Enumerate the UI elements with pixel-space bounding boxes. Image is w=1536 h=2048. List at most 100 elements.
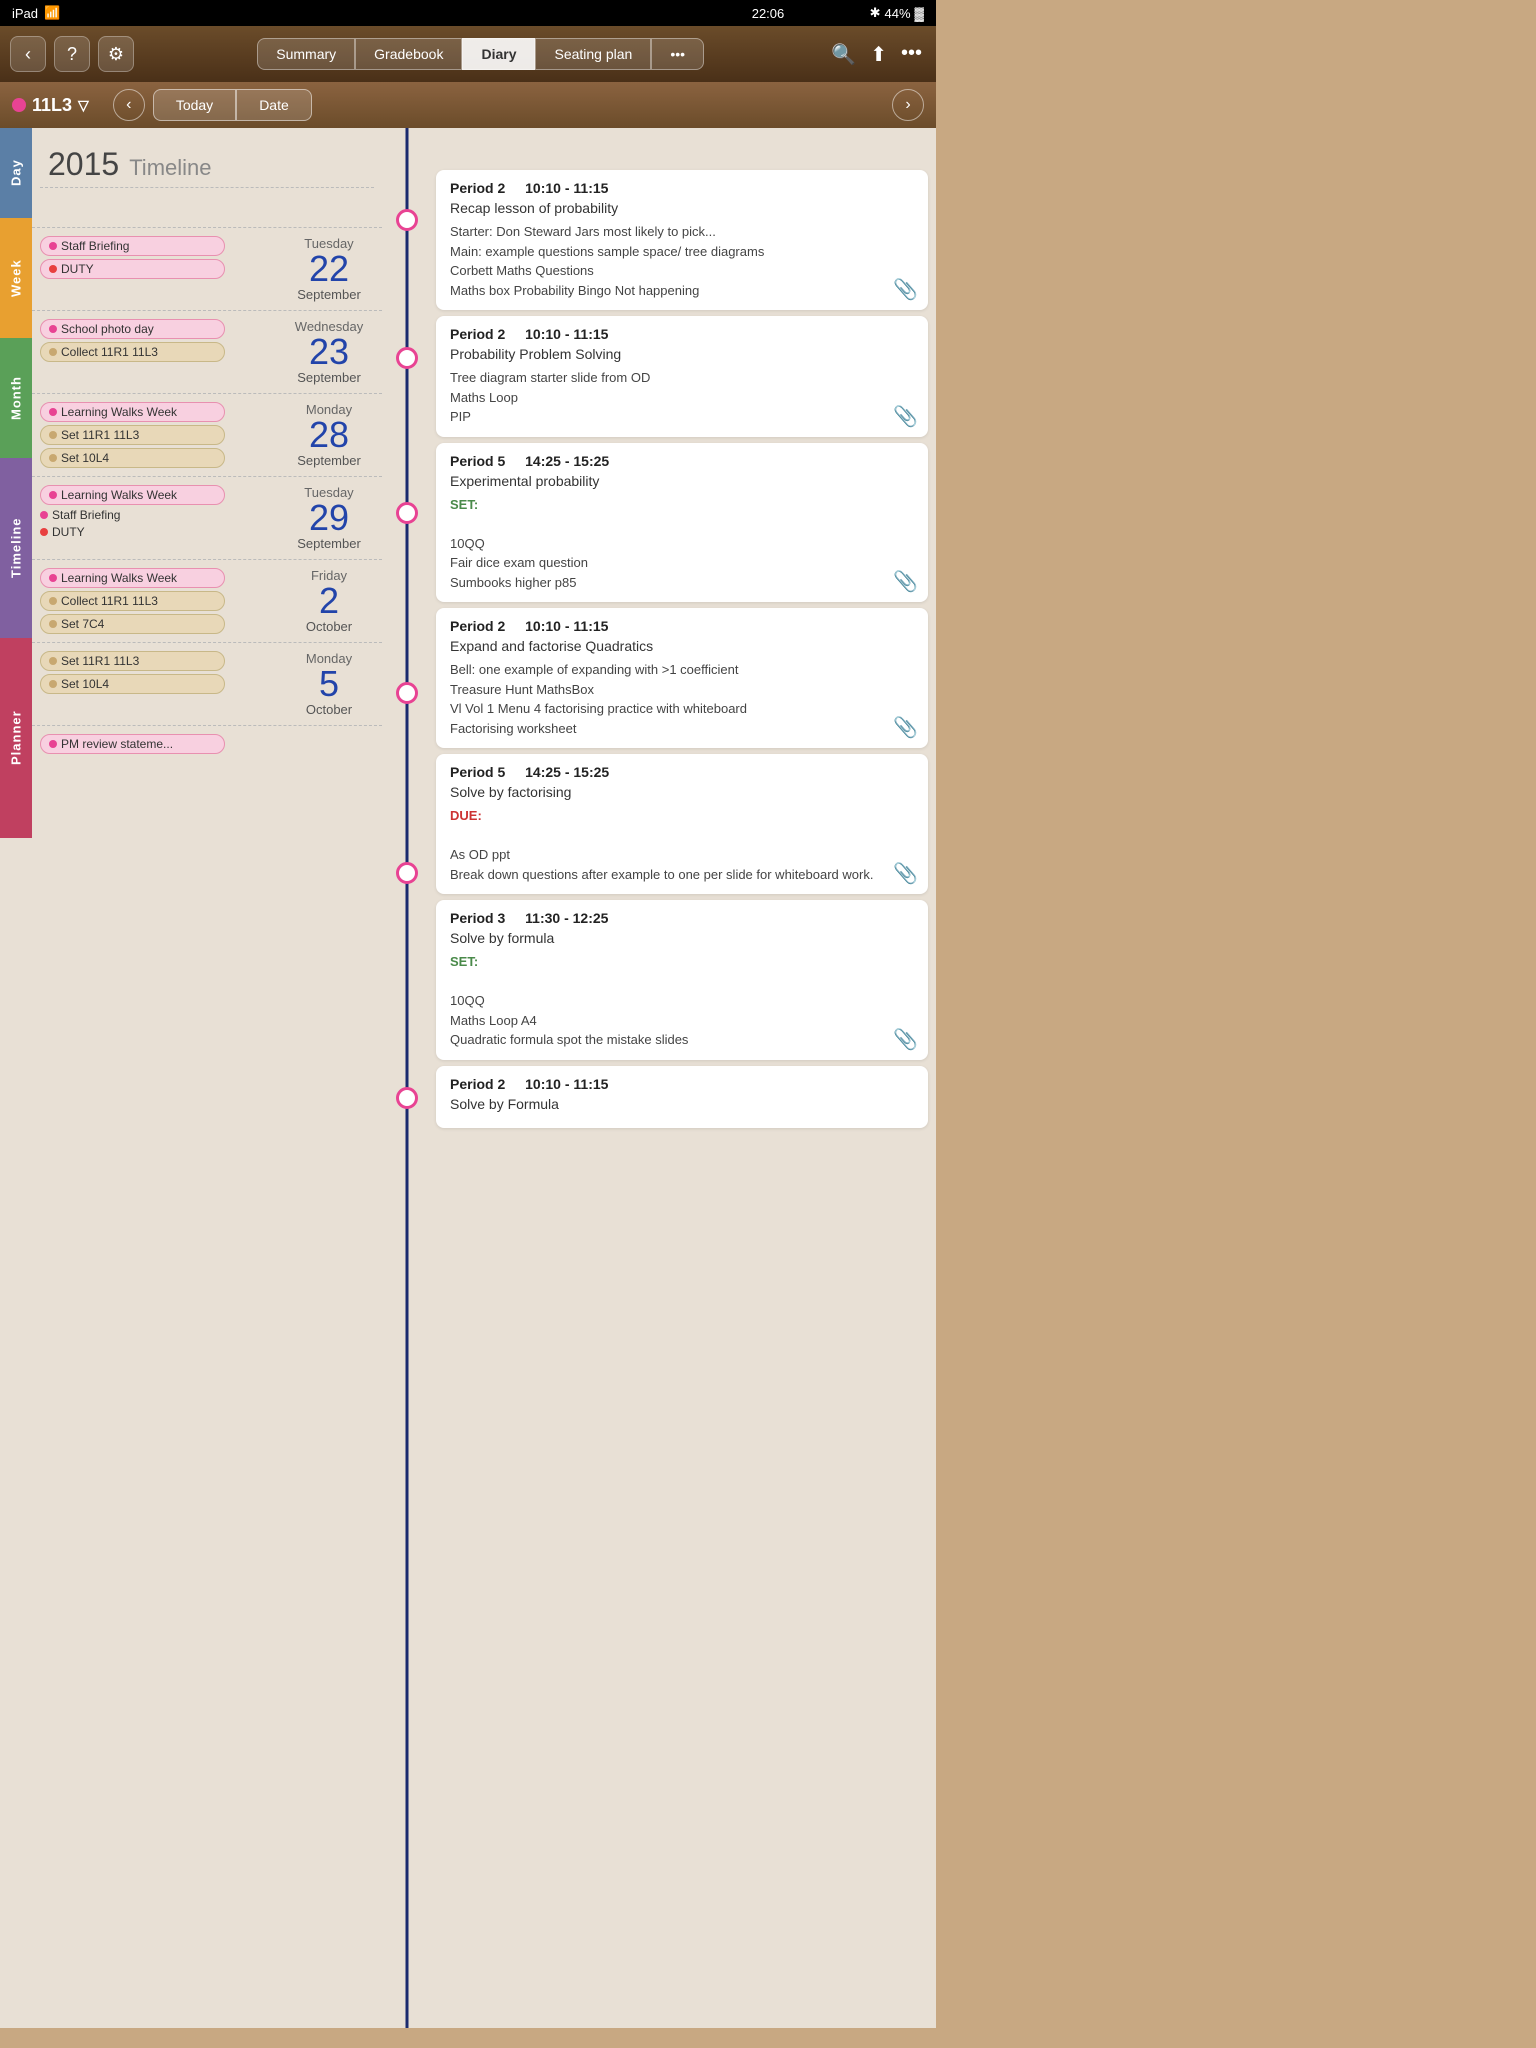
dot-pink [40,511,48,519]
day-row-mon5: Set 11R1 11L3 Set 10L4 Monday 5 October [32,642,382,725]
tab-summary[interactable]: Summary [257,38,355,70]
tab-more[interactable]: ••• [651,38,704,70]
day-row-mon28: Learning Walks Week Set 11R1 11L3 Set 10… [32,393,382,476]
lesson-card-2[interactable]: Period 2 10:10 - 11:15 Probability Probl… [436,316,928,437]
time-label: 14:25 - 15:25 [525,453,609,469]
event-set11r1[interactable]: Set 11R1 11L3 [40,425,225,445]
set-label: SET: [450,497,478,512]
event-label: Set 10L4 [61,677,109,691]
date-navigation: Today Date [153,89,312,121]
time-label: 10:10 - 11:15 [525,1076,608,1092]
lesson-body-6: SET: 10QQ Maths Loop A4 Quadratic formul… [450,952,914,1050]
event-set11r1-2[interactable]: Set 11R1 11L3 [40,651,225,671]
timeline-dot-fri2 [396,862,418,884]
dot-pink [49,242,57,250]
event-learning-walks-3[interactable]: Learning Walks Week [40,568,225,588]
event-set10l4-2[interactable]: Set 10L4 [40,674,225,694]
lesson-title-7: Solve by Formula [450,1096,914,1112]
lesson-body-1: Starter: Don Steward Jars most likely to… [450,222,914,300]
main-content: Day Week Month Timeline Planner 2015 Tim… [0,128,936,2028]
share-icon[interactable]: ⬆ [866,38,891,71]
paperclip-icon: 📎 [893,861,918,886]
lesson-card-3[interactable]: Period 5 14:25 - 15:25 Experimental prob… [436,443,928,603]
settings-button[interactable]: ⚙ [98,36,134,72]
day-row-wed23: School photo day Collect 11R1 11L3 Wedne… [32,310,382,393]
lesson-header-3: Period 5 14:25 - 15:25 [450,453,914,469]
lesson-card-7[interactable]: Period 2 10:10 - 11:15 Solve by Formula [436,1066,928,1128]
tab-seating[interactable]: Seating plan [535,38,651,70]
event-staff-briefing-2[interactable]: Staff Briefing [40,508,278,522]
lesson-header-5: Period 5 14:25 - 15:25 [450,764,914,780]
date-button[interactable]: Date [236,89,312,121]
side-tab-planner[interactable]: Planner [0,638,32,838]
day-label-mon28: Monday 28 September [284,402,374,468]
lesson-card-1[interactable]: Period 2 10:10 - 11:15 Recap lesson of p… [436,170,928,310]
paperclip-icon: 📎 [893,277,918,302]
day-month: September [290,370,368,385]
time-label: 14:25 - 15:25 [525,764,609,780]
event-staff-briefing[interactable]: Staff Briefing [40,236,225,256]
day-num: 5 [290,666,368,702]
side-tab-month[interactable]: Month [0,338,32,458]
help-button[interactable]: ? [54,36,90,72]
day-num: 2 [290,583,368,619]
next-button[interactable]: › [892,89,924,121]
dot-tan [49,348,57,356]
today-button[interactable]: Today [153,89,236,121]
event-label: Learning Walks Week [61,571,177,585]
ipad-label: iPad [12,6,38,21]
event-collect2[interactable]: Collect 11R1 11L3 [40,591,225,611]
lesson-header-6: Period 3 11:30 - 12:25 [450,910,914,926]
lesson-card-4[interactable]: Period 2 10:10 - 11:15 Expand and factor… [436,608,928,748]
filter-icon[interactable]: ▽ [78,97,89,114]
vline [406,128,409,2028]
event-duty-2[interactable]: DUTY [40,525,278,539]
side-tab-week[interactable]: Week [0,218,32,338]
event-set7c4[interactable]: Set 7C4 [40,614,225,634]
status-right: ✱ 44% ▓ [870,5,924,21]
left-panel: 2015 Timeline Staff Briefing DUTY [32,128,382,2028]
side-tab-day[interactable]: Day [0,128,32,218]
lesson-card-6[interactable]: Period 3 11:30 - 12:25 Solve by formula … [436,900,928,1060]
day-row-tue29: Learning Walks Week Staff Briefing DUTY … [32,476,382,559]
event-label: Learning Walks Week [61,488,177,502]
paperclip-icon: 📎 [893,569,918,594]
timeline-dot-tue22 [396,209,418,231]
wifi-icon: 📶 [44,5,60,21]
search-icon[interactable]: 🔍 [827,38,860,71]
timeline-dot-mon28 [396,502,418,524]
event-pm-review[interactable]: PM review stateme... [40,734,225,754]
event-label: Staff Briefing [61,239,129,253]
dot-pink [49,491,57,499]
side-tab-timeline[interactable]: Timeline [0,458,32,638]
overflow-icon[interactable]: ••• [897,38,926,71]
back-button[interactable]: ‹ [10,36,46,72]
day-events-mon5: Set 11R1 11L3 Set 10L4 [40,651,284,694]
tab-gradebook[interactable]: Gradebook [355,38,462,70]
event-duty[interactable]: DUTY [40,259,225,279]
day-month: October [290,619,368,634]
event-learning-walks-1[interactable]: Learning Walks Week [40,402,225,422]
event-collect11r1[interactable]: Collect 11R1 11L3 [40,342,225,362]
time-label: 10:10 - 11:15 [525,618,608,634]
year-label: 2015 [48,146,119,183]
set-label: SET: [450,954,478,969]
lesson-header-1: Period 2 10:10 - 11:15 [450,180,914,196]
due-label: DUE: [450,808,482,823]
event-label: DUTY [52,525,85,539]
prev-button[interactable]: ‹ [113,89,145,121]
tab-diary[interactable]: Diary [462,38,535,70]
sub-nav: 11L3 ▽ ‹ Today Date › [0,82,936,128]
period-label: Period 5 [450,764,505,780]
dot-tan [49,454,57,462]
event-label: Collect 11R1 11L3 [61,594,158,608]
timeline-axis [382,128,432,2028]
status-time: 22:06 [752,6,785,21]
lesson-body-5: DUE: As OD ppt Break down questions afte… [450,806,914,884]
day-row-bottom: PM review stateme... [32,725,382,762]
lesson-body-4: Bell: one example of expanding with >1 c… [450,660,914,738]
lesson-card-5[interactable]: Period 5 14:25 - 15:25 Solve by factoris… [436,754,928,894]
event-set10l4[interactable]: Set 10L4 [40,448,225,468]
event-learning-walks-2[interactable]: Learning Walks Week [40,485,225,505]
event-school-photo[interactable]: School photo day [40,319,225,339]
